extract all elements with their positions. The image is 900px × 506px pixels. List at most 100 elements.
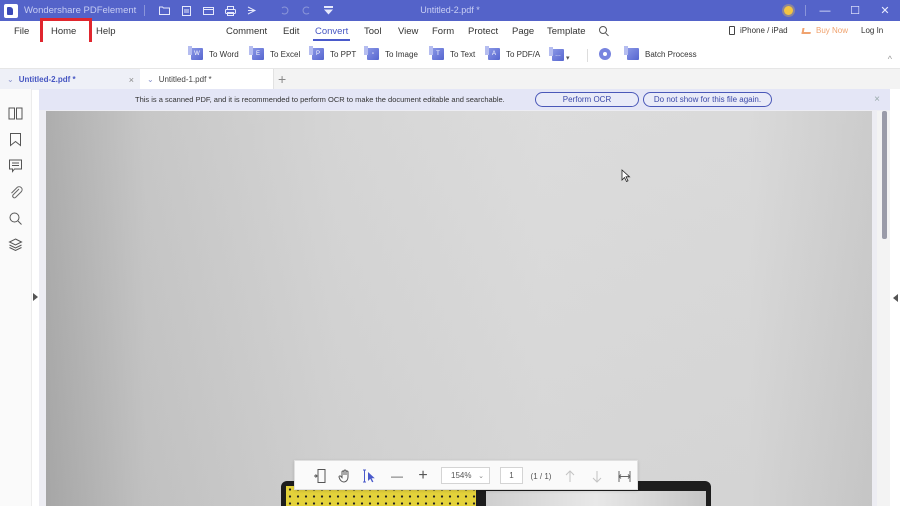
divider — [587, 49, 588, 62]
excel-icon: E — [249, 46, 264, 60]
ocr-banner: This is a scanned PDF, and it is recomme… — [39, 89, 890, 110]
menu-page[interactable]: Page — [512, 26, 534, 37]
redo-icon[interactable] — [295, 3, 317, 19]
to-pdfa-button[interactable]: A To PDF/A — [485, 46, 540, 60]
more-formats-icon: … — [549, 47, 564, 61]
collapse-ribbon-icon[interactable]: ^ — [888, 54, 892, 64]
to-word-button[interactable]: W To Word — [188, 46, 239, 60]
app-name: Wondershare PDFelement — [24, 5, 137, 16]
thumbnails-icon[interactable] — [8, 106, 23, 121]
attachment-icon[interactable] — [8, 185, 23, 200]
share-icon[interactable] — [241, 3, 263, 19]
text-icon: T — [429, 46, 444, 60]
fit-page-icon[interactable] — [311, 468, 329, 484]
left-sidebar — [0, 89, 32, 506]
to-image-label: To Image — [385, 49, 418, 59]
to-image-button[interactable]: ▫ To Image — [364, 46, 418, 60]
maximize-button[interactable]: ☐ — [840, 0, 870, 21]
do-not-show-again-button[interactable]: Do not show for this file again. — [643, 92, 772, 107]
theme-toggle-icon[interactable] — [784, 6, 793, 15]
zoom-level-select[interactable]: 154% ⌄ — [441, 467, 490, 484]
document-viewer: This is a scanned PDF, and it is recomme… — [39, 89, 890, 506]
login-link[interactable]: Log In — [861, 26, 883, 35]
more-formats-dropdown[interactable]: … ▾ — [549, 47, 570, 62]
iphone-ipad-label: iPhone / iPad — [740, 26, 788, 35]
select-tool-icon[interactable] — [361, 468, 379, 484]
cart-icon — [801, 27, 812, 34]
next-page-icon[interactable] — [590, 468, 604, 484]
scanned-image-sketch — [486, 491, 706, 506]
open-folder-icon[interactable] — [153, 3, 175, 19]
iphone-ipad-link[interactable]: iPhone / iPad — [729, 26, 788, 35]
vertical-scrollbar[interactable] — [877, 111, 890, 506]
expand-right-panel-icon[interactable] — [893, 294, 898, 302]
tab-label: Untitled-2.pdf * — [18, 75, 76, 84]
menu-protect[interactable]: Protect — [468, 26, 498, 37]
word-icon: W — [188, 46, 203, 60]
menu-file[interactable]: File — [14, 26, 29, 37]
comment-icon[interactable] — [8, 158, 23, 173]
menu-comment[interactable]: Comment — [226, 26, 267, 37]
close-banner-icon[interactable]: × — [874, 94, 880, 105]
email-icon[interactable] — [197, 3, 219, 19]
search-icon[interactable] — [8, 211, 23, 226]
previous-page-icon[interactable] — [563, 468, 577, 484]
title-bar: Wondershare PDFelement Untitled-2.pdf * … — [0, 0, 900, 21]
convert-toolbar: W To Word E To Excel P To PPT ▫ To Image… — [0, 42, 900, 68]
page-number-input[interactable]: 1 — [500, 467, 523, 484]
tab-label: Untitled-1.pdf * — [158, 75, 212, 84]
document-tabs: ⌄ Untitled-2.pdf * × ⌄ Untitled-1.pdf * … — [0, 68, 900, 90]
to-word-label: To Word — [209, 49, 239, 59]
menu-view[interactable]: View — [398, 26, 418, 37]
tab-untitled-1[interactable]: ⌄ Untitled-1.pdf * — [140, 69, 274, 90]
hand-tool-icon[interactable] — [336, 468, 354, 484]
to-excel-button[interactable]: E To Excel — [249, 46, 301, 60]
to-text-button[interactable]: T To Text — [429, 46, 475, 60]
app-logo-icon — [4, 3, 18, 18]
chevron-down-icon: ⌄ — [478, 472, 484, 480]
gear-icon — [599, 48, 611, 60]
menu-template[interactable]: Template — [547, 26, 586, 37]
close-button[interactable]: ✕ — [870, 0, 900, 21]
page-navigation-toolbar: — + 154% ⌄ 1 (1 / 1) — [294, 460, 638, 490]
tab-menu-icon[interactable]: ⌄ — [7, 75, 14, 84]
chevron-down-icon: ▾ — [566, 55, 570, 62]
buy-now-link[interactable]: Buy Now — [801, 26, 849, 35]
batch-process-label: Batch Process — [645, 49, 697, 59]
add-tab-button[interactable]: + — [278, 71, 286, 87]
tab-close-icon[interactable]: × — [129, 75, 134, 85]
pdf-page[interactable] — [46, 111, 872, 506]
expand-left-panel-icon[interactable] — [33, 293, 38, 301]
fit-width-icon[interactable] — [616, 468, 632, 484]
print-icon[interactable] — [219, 3, 241, 19]
menu-help[interactable]: Help — [96, 26, 116, 37]
perform-ocr-button[interactable]: Perform OCR — [535, 92, 639, 107]
to-ppt-button[interactable]: P To PPT — [309, 46, 356, 60]
customize-dropdown-icon[interactable] — [317, 3, 339, 19]
batch-process-button[interactable]: Batch Process — [624, 46, 697, 60]
menu-form[interactable]: Form — [432, 26, 454, 37]
buy-now-label: Buy Now — [816, 26, 849, 35]
phone-icon — [729, 26, 735, 35]
to-excel-label: To Excel — [270, 49, 301, 59]
menu-tool[interactable]: Tool — [364, 26, 381, 37]
search-icon[interactable] — [599, 26, 607, 34]
save-icon[interactable] — [175, 3, 197, 19]
divider — [144, 5, 146, 16]
ocr-settings-button[interactable] — [599, 48, 611, 60]
menu-convert[interactable]: Convert — [312, 26, 351, 41]
zoom-in-button[interactable]: + — [415, 467, 431, 484]
ppt-icon: P — [309, 46, 324, 60]
tab-untitled-2[interactable]: ⌄ Untitled-2.pdf * × — [0, 69, 140, 90]
divider — [805, 5, 806, 16]
bookmark-icon[interactable] — [8, 132, 23, 147]
batch-icon — [624, 46, 639, 60]
undo-icon[interactable] — [273, 3, 295, 19]
zoom-level-value: 154% — [451, 471, 472, 480]
tab-menu-icon[interactable]: ⌄ — [147, 75, 154, 84]
scrollbar-thumb[interactable] — [882, 111, 887, 239]
layers-icon[interactable] — [8, 237, 23, 252]
zoom-out-button[interactable]: — — [389, 468, 405, 484]
minimize-button[interactable]: — — [810, 0, 840, 21]
menu-edit[interactable]: Edit — [283, 26, 299, 37]
